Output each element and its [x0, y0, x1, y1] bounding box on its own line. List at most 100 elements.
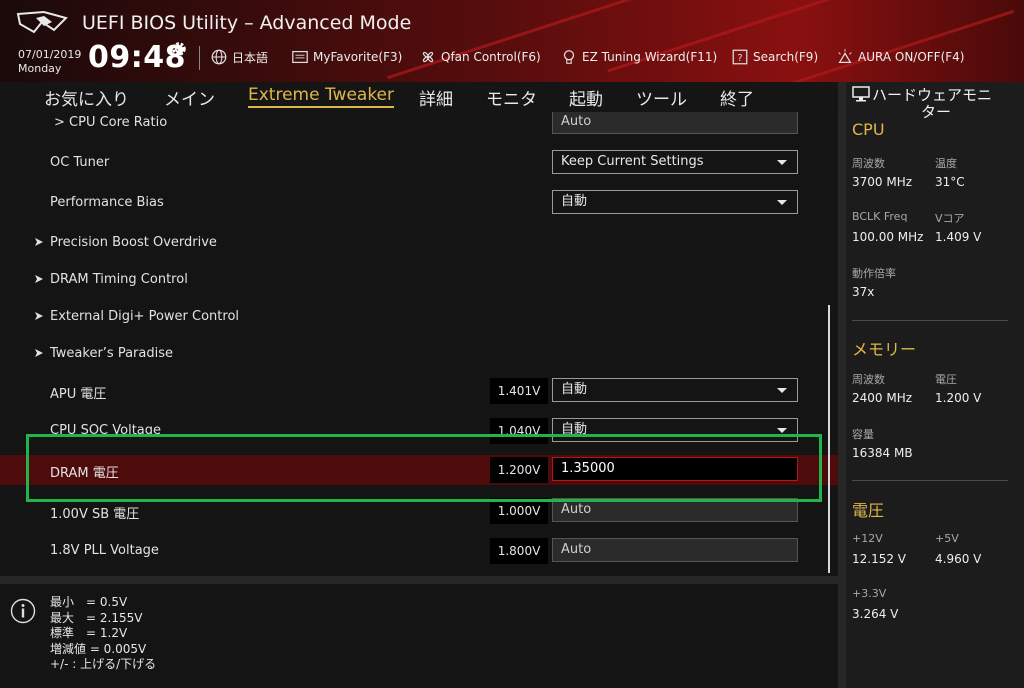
- header-bar: UEFI BIOS Utility – Advanced Mode 07/01/…: [0, 0, 1024, 82]
- ez-tuning-label: EZ Tuning Wizard(F11): [582, 50, 718, 64]
- setting-row-pll-voltage[interactable]: 1.8V PLL Voltage 1.800V Auto: [0, 536, 838, 566]
- lightbulb-icon: [563, 50, 575, 64]
- v33-value: 3.264 V: [852, 607, 899, 621]
- tab-tool[interactable]: ツール: [636, 85, 687, 110]
- help-line-standard: 標準 = 1.2V: [50, 626, 128, 640]
- v5-value: 4.960 V: [935, 552, 982, 566]
- setting-row-performance-bias[interactable]: Performance Bias 自動: [0, 188, 838, 218]
- current-voltage-readout: 1.800V: [490, 538, 548, 564]
- mem-capacity-label: 容量: [852, 428, 874, 441]
- myfavorite-label: MyFavorite(F3): [313, 50, 403, 64]
- aura-icon: [838, 48, 852, 64]
- help-line-min: 最小 = 0.5V: [50, 595, 128, 609]
- help-line-max: 最大 = 2.155V: [50, 610, 143, 625]
- cpu-freq-value: 3700 MHz: [852, 175, 913, 189]
- chevron-down-icon: [777, 428, 787, 433]
- cpu-core-ratio-value[interactable]: Auto: [552, 112, 798, 134]
- info-icon: [10, 598, 36, 624]
- help-line-keys: +/- : 上げる/下げる: [50, 657, 157, 671]
- chevron-down-icon: [777, 388, 787, 393]
- cpu-section-heading: CPU: [852, 120, 885, 139]
- scrollbar[interactable]: [828, 305, 830, 573]
- submenu-arrow-icon: [35, 275, 43, 283]
- date-text: 07/01/2019: [18, 48, 82, 61]
- mem-freq-label: 周波数: [852, 373, 885, 386]
- oc-tuner-select[interactable]: Keep Current Settings: [552, 150, 798, 174]
- language-button[interactable]: 日本語: [210, 48, 268, 66]
- performance-bias-value: 自動: [561, 194, 588, 209]
- monitor-panel-border: [838, 82, 846, 688]
- submenu-label: External Digi+ Power Control: [50, 309, 240, 324]
- tab-boot[interactable]: 起動: [569, 85, 603, 110]
- date-display: 07/01/2019 Monday: [18, 48, 81, 76]
- oc-tuner-value: Keep Current Settings: [561, 154, 704, 169]
- setting-label: 1.00V SB 電圧: [50, 507, 140, 522]
- monitor-title-line1: ハードウェアモニ: [872, 86, 993, 104]
- section-separator: [852, 320, 1008, 321]
- search-button[interactable]: ? Search(F9): [731, 48, 818, 66]
- memory-section-heading: メモリー: [852, 340, 917, 359]
- vcore-label: Vコア: [935, 212, 965, 225]
- cpu-temp-label: 温度: [935, 157, 957, 170]
- help-line-step: 増減値 = 0.005V: [50, 641, 147, 656]
- help-text: 最小 = 0.5V 最大 = 2.155V 標準 = 1.2V 増減値 = 0.…: [50, 595, 156, 673]
- mem-capacity-value: 16384 MB: [852, 446, 913, 460]
- ez-tuning-wizard-button[interactable]: EZ Tuning Wizard(F11): [560, 48, 717, 66]
- favorite-list-icon: [292, 50, 308, 64]
- submenu-precision-boost-overdrive[interactable]: Precision Boost Overdrive: [0, 228, 838, 258]
- setting-row-cpu-core-ratio[interactable]: > CPU Core Ratio Auto: [0, 112, 838, 138]
- cpu-freq-label: 周波数: [852, 157, 885, 170]
- submenu-tweakers-paradise[interactable]: Tweaker’s Paradise: [0, 339, 838, 369]
- app-title: UEFI BIOS Utility – Advanced Mode: [82, 12, 412, 34]
- voltage-section-heading: 電圧: [852, 501, 885, 520]
- chevron-down-icon: [777, 200, 787, 205]
- v33-label: +3.3V: [852, 587, 887, 600]
- rog-logo-icon: [16, 10, 68, 34]
- setting-label: OC Tuner: [50, 155, 110, 170]
- tab-advanced[interactable]: 詳細: [419, 85, 453, 110]
- panel-divider: [0, 576, 838, 584]
- pll-voltage-value[interactable]: Auto: [552, 538, 798, 562]
- qfan-control-button[interactable]: Qfan Control(F6): [419, 48, 541, 66]
- svg-text:?: ?: [737, 53, 742, 64]
- v5-label: +5V: [935, 532, 959, 545]
- hardware-monitor-title: ハードウェアモニ ター: [852, 86, 1020, 121]
- submenu-dram-timing-control[interactable]: DRAM Timing Control: [0, 265, 838, 295]
- vcore-value: 1.409 V: [935, 230, 982, 244]
- mem-volt-label: 電圧: [935, 373, 957, 386]
- apu-voltage-value: 自動: [561, 382, 588, 397]
- setting-row-apu-voltage[interactable]: APU 電圧 1.401V 自動: [0, 376, 838, 406]
- setting-label: Performance Bias: [50, 195, 164, 210]
- submenu-arrow-icon: [35, 238, 43, 246]
- submenu-arrow-icon: [35, 312, 43, 320]
- globe-icon: [211, 49, 227, 65]
- gear-icon[interactable]: [170, 40, 188, 58]
- myfavorite-button[interactable]: MyFavorite(F3): [291, 48, 402, 66]
- v12-label: +12V: [852, 532, 883, 545]
- cpu-temp-value: 31°C: [935, 175, 965, 189]
- monitor-title-line2: ター: [920, 103, 951, 121]
- search-label: Search(F9): [753, 50, 819, 64]
- main-menu-tabs: お気に入り メイン Extreme Tweaker 詳細 モニタ 起動 ツール …: [0, 82, 838, 112]
- aura-toggle-button[interactable]: AURA ON/OFF(F4): [836, 48, 964, 66]
- tab-monitor[interactable]: モニタ: [486, 85, 537, 110]
- tab-extreme-tweaker[interactable]: Extreme Tweaker: [248, 85, 395, 108]
- header-separator: [199, 46, 200, 70]
- setting-label: APU 電圧: [50, 387, 107, 402]
- aura-label: AURA ON/OFF(F4): [858, 50, 965, 64]
- tab-favorites[interactable]: お気に入り: [44, 85, 129, 110]
- focus-highlight-box: [26, 434, 822, 502]
- tab-exit[interactable]: 終了: [720, 85, 754, 110]
- ratio-label: 動作倍率: [852, 267, 896, 280]
- submenu-external-digi-power-control[interactable]: External Digi+ Power Control: [0, 302, 838, 332]
- setting-row-oc-tuner[interactable]: OC Tuner Keep Current Settings: [0, 148, 838, 178]
- performance-bias-select[interactable]: 自動: [552, 190, 798, 214]
- hardware-monitor-panel: ハードウェアモニ ター CPU 周波数 温度 3700 MHz 31°C BCL…: [846, 82, 1024, 688]
- apu-voltage-select[interactable]: 自動: [552, 378, 798, 402]
- setting-label: > CPU Core Ratio: [54, 115, 168, 130]
- v12-value: 12.152 V: [852, 552, 907, 566]
- chevron-down-icon: [777, 160, 787, 165]
- tab-main[interactable]: メイン: [164, 85, 215, 110]
- section-separator: [852, 480, 1008, 481]
- submenu-label: DRAM Timing Control: [50, 272, 188, 287]
